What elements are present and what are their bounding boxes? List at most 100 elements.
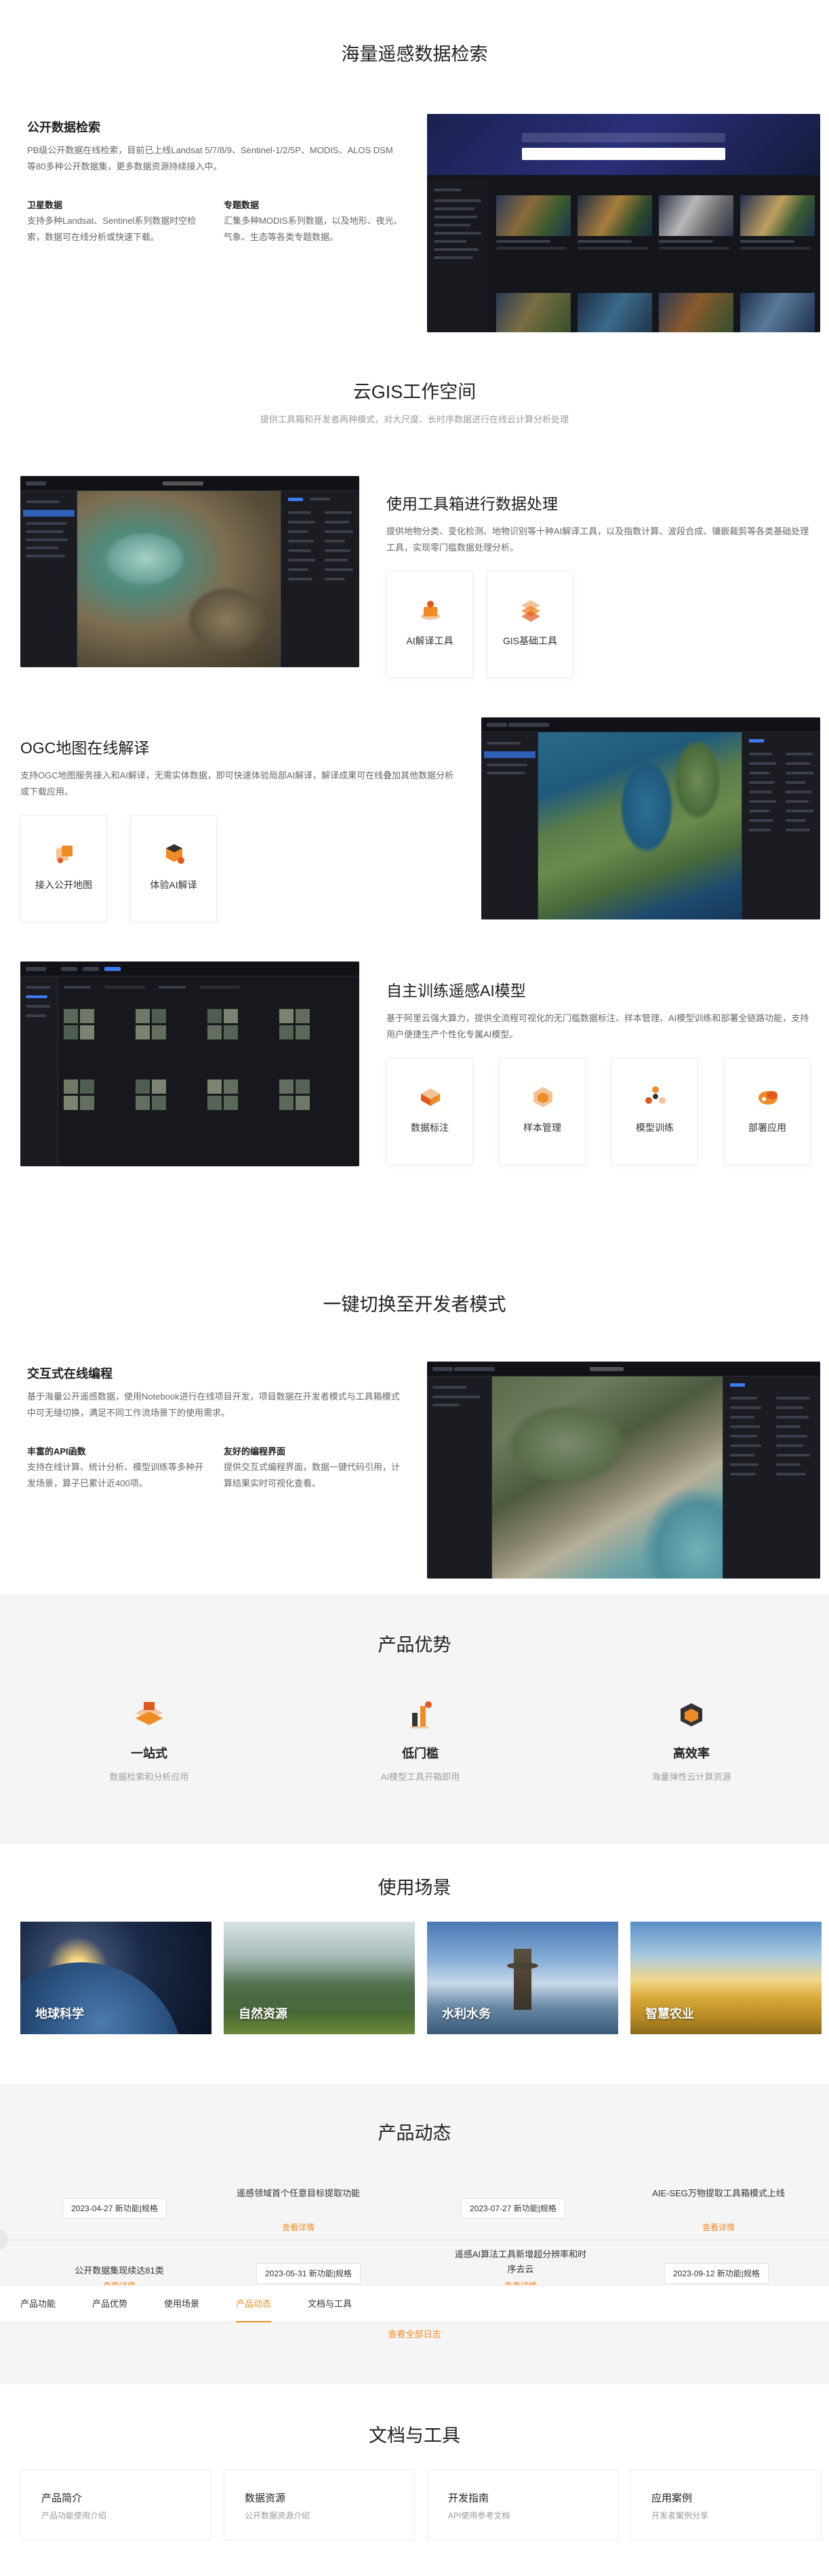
catalog-search-input [522,148,725,160]
sample-thumbnail [152,1079,166,1094]
tool-card-label: 数据标注 [411,1122,449,1133]
advantage-low-barrier: 低门槛 AI模型工具开箱即用 [346,1692,495,1783]
news-title: 产品动态 [378,2123,451,2143]
satellite-data-title: 卫星数据 [27,200,63,210]
advantage-desc: 海量弹性云计算资源 [651,1772,731,1782]
deploy-card[interactable]: 部署应用 [724,1058,811,1165]
tool-card-label: 体验AI解译 [150,879,197,890]
sample-thumbnail [279,1025,294,1039]
public-map-icon [56,846,73,863]
ai-tool-card[interactable]: AI解译工具 [386,571,473,678]
scenes-title: 使用场景 [378,1878,451,1898]
low-barrier-icon [411,1701,432,1728]
dataset-thumb [578,293,652,332]
api-desc: 支持在线计算、统计分析、模型训练等多种开发场景，算子已累计近400项。 [27,1462,204,1488]
training-card[interactable]: 模型训练 [611,1058,698,1165]
annotate-card[interactable]: 数据标注 [386,1058,473,1165]
scene-natural-resources[interactable]: 自然资源 [224,1922,415,2034]
catalog-tab-strip [522,133,725,142]
dev-mode-title: 一键切换至开发者模式 [323,1294,506,1315]
ui-title: 友好的编程界面 [224,1446,286,1457]
annotate-icon [421,1088,440,1106]
toolbox-title: 使用工具箱进行数据处理 [386,495,558,513]
catalog-filter-panel [427,180,489,332]
doc-card-intro[interactable]: 产品简介 产品功能使用介绍 [20,2470,211,2540]
doc-card-title: 产品简介 [41,2493,83,2504]
dataset-thumb [659,293,733,332]
doc-card-data[interactable]: 数据资源 公开数据资源介绍 [224,2470,415,2540]
cloud-gis-subtitle: 提供工具箱和开发者两种模式，对大尺度、长时序数据进行在线云计算分析处理 [260,414,569,424]
sample-card[interactable]: 样本管理 [499,1058,586,1165]
section-subnav: 产品功能 产品优势 使用场景 产品动态 文档与工具 [0,2285,829,2322]
sample-thumbnail [279,1079,294,1094]
notebook-file-panel [427,1376,492,1579]
subnav-item-scenes[interactable]: 使用场景 [164,2286,199,2322]
scene-smart-agriculture[interactable]: 智慧农业 [630,1922,822,2034]
doc-card-title: 开发指南 [448,2493,489,2504]
news-date: 2023-05-31 新功能|规格 [256,2263,361,2284]
sample-thumbnail [279,1096,294,1110]
gis-tool-card[interactable]: GIS基础工具 [487,571,573,678]
scene-label: 水利水务 [442,2007,491,2021]
thematic-data-desc: 汇集多种MODIS系列数据，以及地形、夜光、气象、生态等各类专题数据。 [224,216,403,242]
subnav-item-docs[interactable]: 文档与工具 [308,2286,352,2322]
doc-card-desc: API使用参考文档 [448,2511,510,2520]
sample-thumbnail [279,1009,294,1023]
notebook-title: 交互式在线编程 [27,1367,113,1381]
notebook-desc: 基于海量公开遥感数据，使用Notebook进行在线项目开发，项目数据在开发者模式… [27,1391,400,1418]
sample-icon [533,1087,552,1107]
ogc-title: OGC地图在线解译 [20,739,150,757]
sample-thumbnail [224,1025,238,1039]
tool-card-label: GIS基础工具 [502,635,558,646]
notebook-screenshot [427,1362,820,1579]
sample-thumbnail [224,1079,238,1094]
catalog-banner [427,114,820,175]
ai-try-card[interactable]: 体验AI解译 [130,815,217,922]
sample-thumbnail [207,1096,222,1110]
doc-card-cases[interactable]: 应用案例 开发者案例分享 [630,2470,822,2540]
sample-thumbnail [80,1096,94,1110]
news-item-title: 公开数据集现续达81类 [75,2265,164,2276]
toolbox-tool-panel [281,491,359,667]
sample-thumbnail [152,1096,166,1110]
news-date: 2023-09-12 新功能|规格 [664,2263,769,2284]
api-title: 丰富的API函数 [27,1446,86,1457]
news-date: 2023-04-27 新功能|规格 [62,2198,167,2219]
doc-card-title: 应用案例 [651,2493,693,2504]
docs-title: 文档与工具 [369,2425,460,2446]
advantage-name: 高效率 [673,1747,710,1760]
public-map-card[interactable]: 接入公开地图 [20,815,107,922]
dataset-thumb [740,293,815,332]
sample-thumbnail [80,1009,94,1023]
news-item-title: 遥感AI算法工具新增超分辨率和时序去云 [454,2249,587,2274]
toolbox-desc: 提供地物分类、变化检测、地物识别等十种AI解译工具，以及指数计算、波段合成、镶嵌… [386,526,809,553]
subnav-item-advantages[interactable]: 产品优势 [92,2286,127,2322]
news-detail-link[interactable]: 查看详情 [230,2221,366,2233]
doc-card-desc: 产品功能使用介绍 [41,2511,107,2520]
thematic-data-title: 专题数据 [224,200,260,210]
news-item-title: 遥感领域首个任意目标提取功能 [236,2188,360,2198]
sample-thumbnail [80,1025,94,1039]
news-item-title: AIE-SEG万物提取工具箱模式上线 [652,2188,785,2198]
doc-card-dev-guide[interactable]: 开发指南 API使用参考文档 [427,2470,618,2540]
view-all-log-link[interactable]: 查看全部日志 [0,2327,829,2340]
dataset-thumb [740,195,815,236]
scene-earth-science[interactable]: 地球科学 [20,1922,211,2034]
efficiency-icon [681,1703,702,1726]
notebook-tool-panel [723,1376,820,1579]
subnav-item-features[interactable]: 产品功能 [20,2286,56,2322]
sample-thumbnail [136,1025,150,1039]
news-date: 2023-07-27 新功能|规格 [461,2198,565,2219]
sample-thumbnail [152,1025,166,1039]
sample-thumbnail [80,1079,94,1094]
scene-water-resources[interactable]: 水利水务 [427,1922,618,2034]
subnav-item-news[interactable]: 产品动态 [236,2286,272,2322]
notebook-map [492,1376,723,1579]
ai-tool-icon [421,601,440,620]
news-detail-link[interactable]: 查看详情 [651,2221,786,2233]
page: 海量遥感数据检索 公开数据检索 PB级公开数据在线检索，目前已上线Landsat… [0,0,829,2576]
sample-thumbnail [296,1025,310,1039]
advantage-desc: 数据检索和分析应用 [109,1772,189,1782]
data-catalog-screenshot [427,114,820,332]
sample-thumbnail [207,1079,222,1094]
